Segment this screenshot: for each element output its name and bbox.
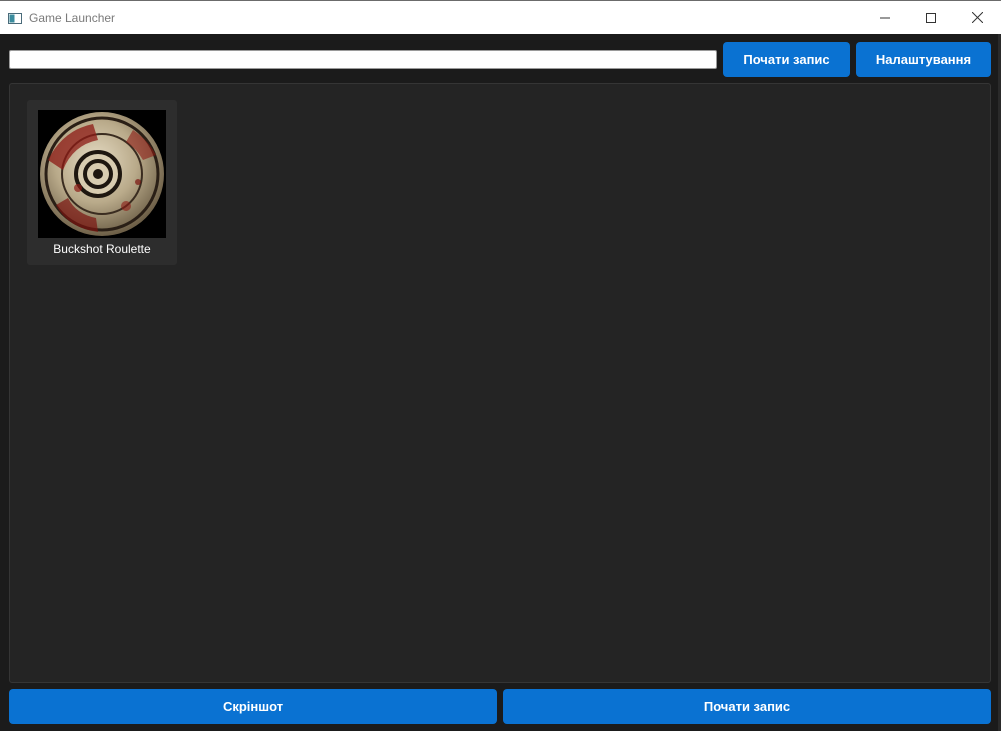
window-title: Game Launcher (29, 11, 116, 25)
shotgun-shell-cover-icon (38, 110, 166, 238)
screenshot-button[interactable]: Скріншот (9, 689, 497, 724)
game-tile[interactable]: Buckshot Roulette (27, 100, 177, 265)
settings-button[interactable]: Налаштування (856, 42, 991, 77)
start-recording-bottom-button[interactable]: Почати запис (503, 689, 991, 724)
start-recording-button[interactable]: Почати запис (723, 42, 850, 77)
minimize-button[interactable] (862, 1, 908, 34)
maximize-button[interactable] (908, 1, 954, 34)
app-window-icon (8, 11, 22, 24)
game-title: Buckshot Roulette (53, 242, 151, 256)
close-icon (971, 12, 983, 23)
title-bar: Game Launcher (0, 0, 1001, 34)
minimize-icon (880, 17, 890, 18)
search-input[interactable] (9, 50, 717, 69)
close-button[interactable] (954, 1, 1000, 34)
maximize-icon (926, 12, 936, 23)
